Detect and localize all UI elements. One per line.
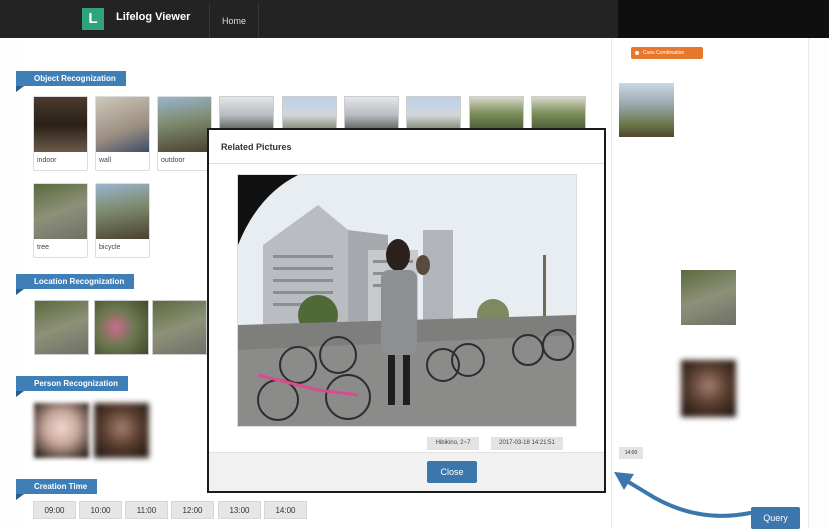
selected-time-chip[interactable]: 14:00: [619, 447, 643, 459]
time-chip[interactable]: 10:00: [79, 501, 122, 519]
section-person-recognition: Person Recognization: [16, 376, 129, 397]
selected-cue-thumb[interactable]: [681, 360, 736, 417]
time-chip[interactable]: 14:00: [264, 501, 307, 519]
object-thumb[interactable]: [469, 96, 524, 131]
thumb-label: bicycle: [99, 244, 121, 251]
thumbnail-image: [34, 97, 87, 152]
object-thumb-bicycle[interactable]: bicycle: [95, 183, 150, 258]
thumbnail-image: [96, 184, 149, 239]
selected-cue-thumb[interactable]: [681, 270, 736, 325]
object-thumb-wall[interactable]: wall: [95, 96, 150, 171]
object-thumb-indoor[interactable]: indoor: [33, 96, 88, 171]
person-thumb[interactable]: [94, 403, 149, 458]
photo-location-badge: Hibikino, 2~7: [427, 437, 479, 450]
object-thumb[interactable]: [406, 96, 461, 131]
cues-combination-button[interactable]: Cues Combination: [631, 47, 703, 59]
object-thumb-tree[interactable]: tree: [33, 183, 88, 258]
thumb-label: indoor: [37, 157, 57, 164]
time-chip[interactable]: 09:00: [33, 501, 76, 519]
time-chip[interactable]: 13:00: [218, 501, 261, 519]
section-location-recognition: Location Recognization: [16, 274, 135, 295]
section-object-recognition: Object Recognization: [16, 71, 126, 92]
object-thumb[interactable]: [344, 96, 399, 131]
thumb-label: tree: [37, 244, 50, 251]
thumb-label: wall: [99, 157, 112, 164]
object-thumb[interactable]: [219, 96, 274, 131]
selected-cue-thumb[interactable]: [619, 83, 674, 137]
location-thumb[interactable]: [152, 300, 207, 355]
thumbnail-image: [96, 97, 149, 152]
person-thumb[interactable]: [34, 403, 89, 458]
modal-title: Related Pictures: [221, 142, 292, 152]
modal-footer: [209, 452, 604, 491]
close-button[interactable]: Close: [427, 461, 477, 483]
modal-divider: [209, 163, 604, 164]
time-chip[interactable]: 12:00: [171, 501, 214, 519]
curved-arrow-icon: [614, 472, 752, 518]
object-thumb[interactable]: [282, 96, 337, 131]
query-button[interactable]: Query: [751, 507, 800, 529]
section-creation-time: Creation Time: [16, 479, 98, 500]
photo-illustration: [238, 175, 576, 426]
related-pictures-modal: Related Pictures Hibikino, 2~7 2017-03-1…: [207, 128, 606, 493]
thumbnail-image: [34, 184, 87, 239]
thumb-label: outdoor: [161, 157, 185, 164]
top-navbar: L Lifelog Viewer Home: [0, 0, 829, 38]
time-chip[interactable]: 11:00: [125, 501, 168, 519]
app-logo-icon[interactable]: L: [82, 8, 104, 30]
nav-home-link[interactable]: Home: [209, 4, 260, 38]
navbar-right-area: [618, 0, 829, 38]
location-thumb[interactable]: [34, 300, 89, 355]
app-title[interactable]: Lifelog Viewer: [116, 11, 190, 23]
location-thumb[interactable]: [94, 300, 149, 355]
thumbnail-image: [158, 97, 211, 152]
photo-timestamp-badge: 2017-03-18 14:21:51: [491, 437, 563, 450]
object-thumb[interactable]: [531, 96, 586, 131]
related-photo: [237, 174, 577, 427]
object-thumb-outdoor[interactable]: outdoor: [157, 96, 212, 171]
